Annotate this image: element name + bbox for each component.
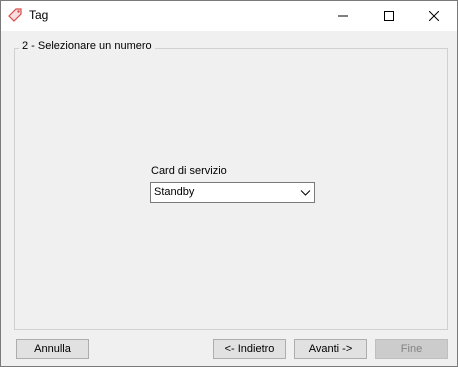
window-title: Tag: [29, 8, 49, 22]
chevron-down-icon: [300, 190, 311, 196]
cancel-button[interactable]: Annulla: [16, 339, 89, 359]
wizard-window: Tag 2 - Selezionare un numero Card di se…: [0, 0, 458, 367]
service-card-label: Card di servizio: [151, 165, 227, 177]
service-card-value: Standby: [154, 186, 195, 198]
close-button[interactable]: [411, 1, 457, 31]
tag-icon: [7, 7, 23, 23]
minimize-icon: [338, 15, 348, 17]
minimize-button[interactable]: [320, 1, 366, 31]
back-button[interactable]: <- Indietro: [213, 339, 286, 359]
maximize-button[interactable]: [366, 1, 412, 31]
finish-button[interactable]: Fine: [375, 339, 448, 359]
group-title: 2 - Selezionare un numero: [19, 40, 155, 52]
maximize-icon: [384, 11, 394, 21]
close-icon: [429, 11, 439, 21]
service-card-select[interactable]: Standby: [150, 182, 315, 203]
next-button[interactable]: Avanti ->: [294, 339, 367, 359]
title-bar[interactable]: Tag: [1, 1, 457, 31]
